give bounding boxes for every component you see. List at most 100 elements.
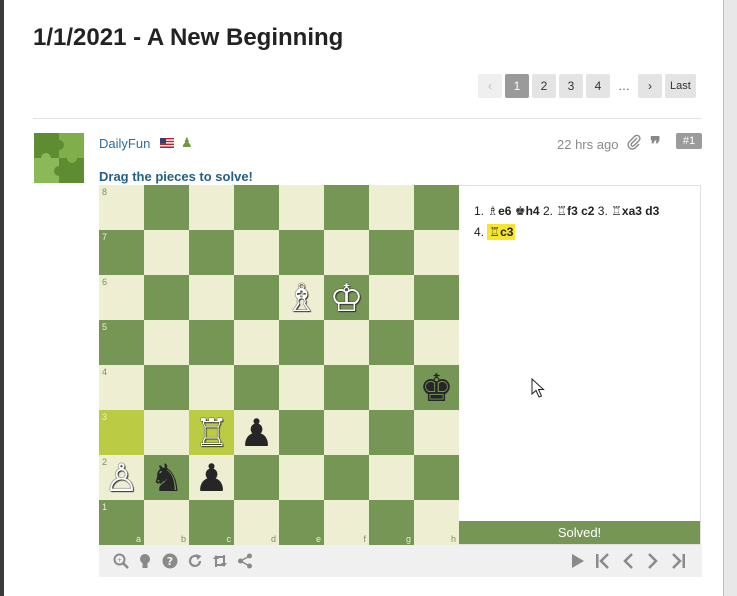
square-f3[interactable]: [324, 410, 369, 455]
hint-icon[interactable]: [136, 552, 154, 570]
square-h8[interactable]: [414, 185, 459, 230]
pagination-page-4[interactable]: 4: [586, 74, 610, 98]
square-e2[interactable]: [279, 455, 324, 500]
square-b4[interactable]: [144, 365, 189, 410]
square-d8[interactable]: [234, 185, 279, 230]
square-f4[interactable]: [324, 365, 369, 410]
pagination-page-1[interactable]: 1: [505, 74, 529, 98]
square-g8[interactable]: [369, 185, 414, 230]
quote-icon[interactable]: ❞: [650, 132, 661, 156]
black-knight-icon[interactable]: ♞: [149, 459, 183, 497]
square-d2[interactable]: [234, 455, 279, 500]
square-c4[interactable]: [189, 365, 234, 410]
square-h4[interactable]: ♚: [414, 365, 459, 410]
scrollbar-track[interactable]: [724, 0, 737, 596]
square-c6[interactable]: [189, 275, 234, 320]
square-a4[interactable]: 4: [99, 365, 144, 410]
square-h1[interactable]: h: [414, 500, 459, 545]
square-a2[interactable]: 2 ♙: [99, 455, 144, 500]
move[interactable]: ♖xa3: [611, 204, 642, 218]
share-icon[interactable]: [236, 552, 254, 570]
square-g6[interactable]: [369, 275, 414, 320]
reset-icon[interactable]: [186, 552, 204, 570]
square-g3[interactable]: [369, 410, 414, 455]
square-g7[interactable]: [369, 230, 414, 275]
square-d1[interactable]: d: [234, 500, 279, 545]
square-a1[interactable]: 1a: [99, 500, 144, 545]
post-author-link[interactable]: DailyFun: [99, 136, 150, 151]
square-h3[interactable]: [414, 410, 459, 455]
black-king-icon[interactable]: ♚: [419, 369, 453, 407]
square-d4[interactable]: [234, 365, 279, 410]
move[interactable]: d3: [645, 204, 659, 218]
first-move-icon[interactable]: [594, 552, 612, 570]
square-h5[interactable]: [414, 320, 459, 365]
white-bishop-icon[interactable]: ♗: [284, 279, 318, 317]
square-d3[interactable]: ♟: [234, 410, 279, 455]
square-a6[interactable]: 6: [99, 275, 144, 320]
black-pawn-icon[interactable]: ♟: [194, 459, 228, 497]
square-f2[interactable]: [324, 455, 369, 500]
square-c2[interactable]: ♟: [189, 455, 234, 500]
move[interactable]: ♗e6: [487, 204, 511, 218]
square-d6[interactable]: [234, 275, 279, 320]
help-icon[interactable]: ?: [161, 552, 179, 570]
square-h7[interactable]: [414, 230, 459, 275]
play-icon[interactable]: [569, 552, 587, 570]
square-d7[interactable]: [234, 230, 279, 275]
square-g1[interactable]: g: [369, 500, 414, 545]
flip-board-icon[interactable]: [211, 552, 229, 570]
square-e5[interactable]: [279, 320, 324, 365]
square-e8[interactable]: [279, 185, 324, 230]
square-d5[interactable]: [234, 320, 279, 365]
square-a3[interactable]: 3: [99, 410, 144, 455]
chess-board[interactable]: 8 7 6 ♗ ♔ 5 4 ♚ 3 ♖ ♟ 2 ♙ ♞ ♟ 1 a b c d e f g h: [99, 185, 459, 545]
square-e1[interactable]: e: [279, 500, 324, 545]
square-g2[interactable]: [369, 455, 414, 500]
square-e6[interactable]: ♗: [279, 275, 324, 320]
analyze-icon[interactable]: +: [112, 552, 130, 570]
pagination-page-2[interactable]: 2: [532, 74, 556, 98]
square-b6[interactable]: [144, 275, 189, 320]
last-move-icon[interactable]: [669, 552, 687, 570]
square-b1[interactable]: b: [144, 500, 189, 545]
square-b2[interactable]: ♞: [144, 455, 189, 500]
square-b7[interactable]: [144, 230, 189, 275]
square-b3[interactable]: [144, 410, 189, 455]
square-c3[interactable]: ♖: [189, 410, 234, 455]
square-h6[interactable]: [414, 275, 459, 320]
square-g5[interactable]: [369, 320, 414, 365]
post-timestamp[interactable]: 22 hrs ago: [557, 137, 618, 152]
move[interactable]: ♚h4: [515, 204, 540, 218]
pagination-prev-button[interactable]: ‹: [478, 74, 502, 98]
black-pawn-icon[interactable]: ♟: [239, 414, 273, 452]
square-b5[interactable]: [144, 320, 189, 365]
move[interactable]: c2: [581, 204, 594, 218]
avatar[interactable]: [34, 133, 84, 183]
next-move-icon[interactable]: [644, 552, 662, 570]
white-king-icon[interactable]: ♔: [329, 279, 363, 317]
square-b8[interactable]: [144, 185, 189, 230]
square-a7[interactable]: 7: [99, 230, 144, 275]
pagination-page-3[interactable]: 3: [559, 74, 583, 98]
square-f5[interactable]: [324, 320, 369, 365]
square-f1[interactable]: f: [324, 500, 369, 545]
square-c5[interactable]: [189, 320, 234, 365]
square-a8[interactable]: 8: [99, 185, 144, 230]
square-f7[interactable]: [324, 230, 369, 275]
current-move[interactable]: ♖c3: [487, 224, 516, 240]
pagination-next-button[interactable]: ›: [638, 74, 662, 98]
white-rook-icon[interactable]: ♖: [194, 414, 228, 452]
white-pawn-icon[interactable]: ♙: [104, 459, 138, 497]
square-c8[interactable]: [189, 185, 234, 230]
move[interactable]: ♖f3: [556, 204, 577, 218]
square-c7[interactable]: [189, 230, 234, 275]
square-e3[interactable]: [279, 410, 324, 455]
square-c1[interactable]: c: [189, 500, 234, 545]
square-f8[interactable]: [324, 185, 369, 230]
square-a5[interactable]: 5: [99, 320, 144, 365]
post-number-badge[interactable]: #1: [676, 133, 702, 149]
square-e7[interactable]: [279, 230, 324, 275]
paperclip-icon[interactable]: [627, 134, 641, 153]
square-h2[interactable]: [414, 455, 459, 500]
